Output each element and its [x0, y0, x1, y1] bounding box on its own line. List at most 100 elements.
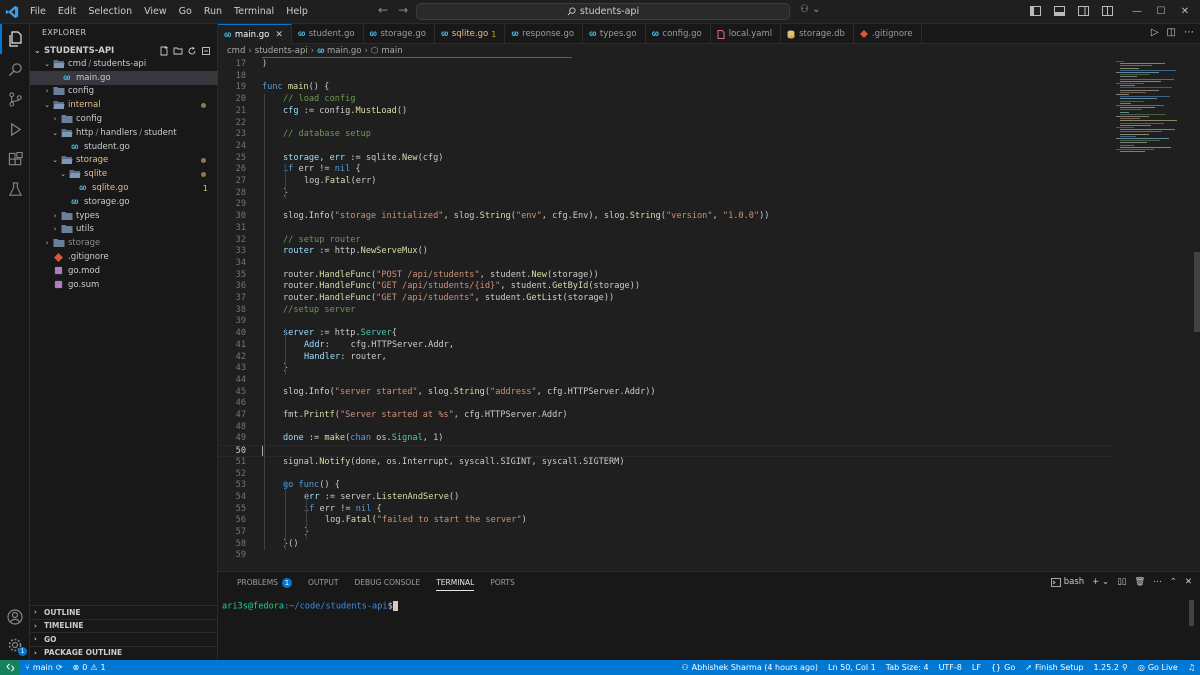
menu-selection[interactable]: Selection — [82, 0, 138, 24]
split-editor-icon[interactable]: ◫ — [1167, 27, 1176, 38]
search-icon[interactable] — [0, 54, 30, 84]
go-live[interactable]: ◎ Go Live — [1133, 663, 1183, 672]
copilot-icon[interactable]: ⚇ ⌄ — [800, 4, 821, 15]
tree-item[interactable]: GO main.go — [30, 70, 218, 85]
run-debug-icon[interactable] — [0, 114, 30, 144]
tree-item[interactable]: ⌄ http / handlers / student — [30, 126, 218, 140]
tree-item[interactable]: › config — [30, 85, 218, 99]
new-folder-icon[interactable] — [173, 46, 183, 56]
tab-terminal[interactable]: TERMINAL — [429, 572, 481, 594]
tree-item[interactable]: GO student.go — [30, 140, 218, 154]
branch-indicator[interactable]: ⑂ main ⟳ — [20, 663, 68, 672]
tree-item[interactable]: ⌄ storage — [30, 154, 218, 168]
tab-storage-db[interactable]: storage.db — [781, 24, 854, 44]
tree-item[interactable]: ⌄ cmd / students-api — [30, 57, 218, 71]
remote-icon[interactable] — [0, 660, 20, 675]
tree-item[interactable]: go.sum — [30, 278, 218, 292]
breadcrumb-item[interactable]: students-api — [255, 46, 308, 56]
tab-debug-console[interactable]: DEBUG CONSOLE — [348, 572, 428, 594]
tab-gitignore[interactable]: .gitignore — [854, 24, 922, 44]
tab-sqlite-go[interactable]: GO sqlite.go 1 — [435, 24, 506, 44]
cursor-position[interactable]: Ln 50, Col 1 — [823, 663, 881, 672]
minimap[interactable] — [1116, 57, 1194, 157]
menu-help[interactable]: Help — [280, 0, 314, 24]
split-terminal-icon[interactable]: ▯▯ — [1117, 577, 1126, 587]
testing-icon[interactable] — [0, 174, 30, 204]
breadcrumb-item[interactable]: main.go — [327, 46, 362, 56]
source-control-icon[interactable] — [0, 84, 30, 114]
toggle-secondary-sidebar-icon[interactable] — [1076, 4, 1090, 18]
new-file-icon[interactable] — [159, 45, 169, 56]
more-icon[interactable]: ⋯ — [1153, 577, 1162, 587]
tab-main-go[interactable]: GO main.go ✕ — [218, 24, 292, 44]
more-icon[interactable]: ⋯ — [1184, 27, 1194, 38]
refresh-icon[interactable] — [187, 46, 197, 56]
tree-item[interactable]: › config — [30, 112, 218, 126]
tree-item[interactable]: GO storage.go — [30, 195, 218, 209]
tab-problems[interactable]: PROBLEMS 1 — [230, 572, 299, 594]
account-icon[interactable] — [0, 602, 30, 632]
extensions-icon[interactable] — [0, 144, 30, 174]
toggle-panel-icon[interactable] — [1052, 4, 1066, 18]
notifications[interactable]: ♫ — [1183, 663, 1200, 672]
tab-student-go[interactable]: GO student.go — [292, 24, 364, 44]
finish-setup[interactable]: ➚ Finish Setup — [1020, 663, 1088, 672]
toggle-sidebar-icon[interactable] — [1028, 4, 1042, 18]
code-editor[interactable]: 17) 18 19 func main() {20// load config 21 cf… — [218, 57, 1200, 571]
git-blame[interactable]: ⚇ Abhishek Sharma (4 hours ago) — [676, 663, 823, 672]
tab-response-go[interactable]: GO response.go — [505, 24, 584, 44]
tab-storage-go[interactable]: GO storage.go — [364, 24, 435, 44]
command-center-search[interactable]: students-api — [416, 3, 790, 20]
editor-scrollbar[interactable] — [1194, 252, 1200, 332]
terminal-output[interactable]: ari3s@fedora:~/code/students-api$ — [222, 601, 398, 612]
section-timeline[interactable]: › TIMELINE — [30, 618, 218, 633]
section-go[interactable]: › GO — [30, 632, 218, 646]
tab-ports[interactable]: PORTS — [483, 572, 521, 594]
collapse-all-icon[interactable] — [201, 46, 211, 56]
problems-indicator[interactable]: ⊗ 0 ⚠ 1 — [68, 663, 111, 672]
trash-icon[interactable]: 🗑 — [1134, 577, 1145, 587]
tree-item[interactable]: go.mod — [30, 264, 218, 278]
layout-icon[interactable] — [1100, 4, 1114, 18]
section-outline[interactable]: › OUTLINE — [30, 605, 218, 619]
tree-item[interactable]: › utils — [30, 223, 218, 237]
maximize-icon[interactable]: ☐ — [1154, 4, 1168, 18]
maximize-panel-icon[interactable]: ⌃ — [1170, 577, 1177, 587]
tree-item[interactable]: › storage — [30, 236, 218, 250]
close-icon[interactable]: ✕ — [1178, 4, 1192, 18]
menu-file[interactable]: File — [24, 0, 52, 24]
tree-item[interactable]: ⌄ sqlite — [30, 167, 218, 181]
section-package-outline[interactable]: › PACKAGE OUTLINE — [30, 645, 218, 660]
new-terminal-icon[interactable]: + ⌄ — [1092, 577, 1109, 587]
run-icon[interactable]: ▷ — [1151, 27, 1159, 38]
close-tab-icon[interactable]: ✕ — [275, 30, 283, 40]
menu-edit[interactable]: Edit — [52, 0, 82, 24]
tab-size[interactable]: Tab Size: 4 — [881, 663, 934, 672]
tree-item[interactable]: ⌄ internal — [30, 98, 218, 112]
back-arrow-icon[interactable]: ← — [378, 3, 388, 17]
menu-go[interactable]: Go — [173, 0, 198, 24]
language-mode[interactable]: {} Go — [986, 663, 1020, 672]
forward-arrow-icon[interactable]: → — [398, 3, 408, 17]
breadcrumb-item[interactable]: cmd — [227, 46, 245, 56]
tree-item[interactable]: .gitignore — [30, 250, 218, 264]
tab-local-yaml[interactable]: local.yaml — [711, 24, 782, 44]
minimize-icon[interactable]: — — [1130, 4, 1144, 18]
line-ending[interactable]: LF — [967, 663, 986, 672]
close-panel-icon[interactable]: ✕ — [1185, 577, 1192, 587]
terminal-shell-selector[interactable]: bash — [1050, 577, 1084, 587]
explorer-icon[interactable] — [0, 24, 30, 54]
menu-terminal[interactable]: Terminal — [228, 0, 280, 24]
encoding[interactable]: UTF-8 — [934, 663, 967, 672]
tree-item[interactable]: GO sqlite.go 1 — [30, 181, 218, 195]
menu-run[interactable]: Run — [198, 0, 228, 24]
tab-config-go[interactable]: GO config.go — [646, 24, 711, 44]
tab-output[interactable]: OUTPUT — [301, 572, 346, 594]
menu-view[interactable]: View — [138, 0, 173, 24]
go-version[interactable]: 1.25.2 ⚲ — [1089, 663, 1133, 672]
breadcrumb-item[interactable]: main — [381, 46, 402, 56]
terminal-scrollbar[interactable] — [1189, 600, 1194, 626]
tab-types-go[interactable]: GO types.go — [583, 24, 646, 44]
manage-gear-icon[interactable]: 1 — [0, 630, 30, 660]
tree-item[interactable]: › types — [30, 209, 218, 223]
